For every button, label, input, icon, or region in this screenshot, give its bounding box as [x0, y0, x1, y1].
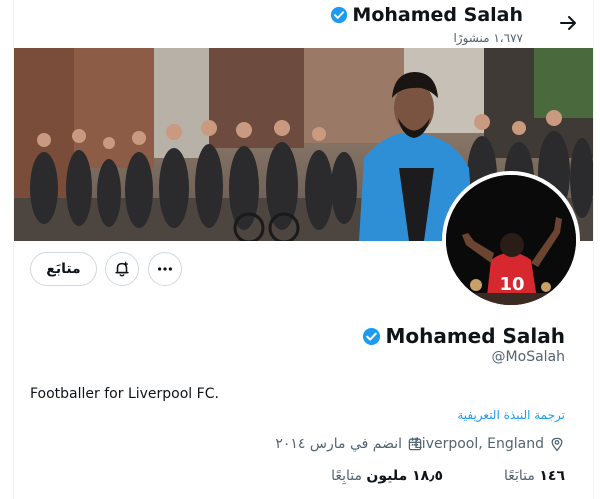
profile-bio: Footballer for Liverpool FC.: [30, 386, 219, 402]
profile-name: Mohamed Salah: [385, 324, 565, 348]
location-text: Liverpool, England: [414, 436, 544, 452]
calendar-icon: [408, 437, 422, 451]
translate-bio-link[interactable]: ترجمة النبذة التعريفية: [457, 408, 565, 422]
header-name: Mohamed Salah: [352, 4, 523, 26]
svg-text:10: 10: [499, 274, 524, 295]
location-pin-icon: [551, 437, 563, 452]
profile-location: Liverpool, England: [414, 436, 565, 452]
following-button-label: متابَع: [46, 261, 81, 277]
following-button[interactable]: متابَع: [30, 252, 97, 286]
followers-count: ١٨٫٥ مليون: [366, 468, 443, 484]
profile-name-row: Mohamed Salah: [362, 324, 565, 348]
profile-joined: انضم في مارس ٢٠١٤: [275, 436, 423, 452]
back-arrow-icon: [560, 16, 576, 30]
header-title: Mohamed Salah: [330, 4, 523, 26]
notifications-button[interactable]: [105, 252, 139, 286]
verified-badge-icon[interactable]: [362, 327, 381, 346]
profile-avatar[interactable]: 10: [442, 171, 580, 309]
more-button[interactable]: [148, 252, 182, 286]
notification-bell-icon: [115, 261, 129, 277]
following-label: متابَعًا: [504, 468, 535, 484]
following-count: ١٤٦: [539, 468, 565, 484]
profile-handle: @MoSalah: [491, 349, 565, 365]
followers-label: متابِعًا: [331, 468, 362, 484]
back-button[interactable]: [555, 10, 581, 36]
verified-badge-icon: [331, 6, 348, 24]
joined-text: انضم في مارس ٢٠١٤: [275, 436, 402, 452]
top-bar: Mohamed Salah ١،٦٧٧ منشورًا: [14, 0, 593, 48]
profile-column: Mohamed Salah ١،٦٧٧ منشورًا 10 متابَع Mo…: [13, 0, 594, 499]
more-icon: [157, 267, 173, 271]
avatar-image: 10: [446, 175, 576, 305]
following-stat[interactable]: ١٤٦ متابَعًا: [504, 468, 565, 484]
followers-stat[interactable]: ١٨٫٥ مليون متابِعًا: [331, 468, 443, 484]
post-count: ١،٦٧٧ منشورًا: [453, 31, 523, 45]
